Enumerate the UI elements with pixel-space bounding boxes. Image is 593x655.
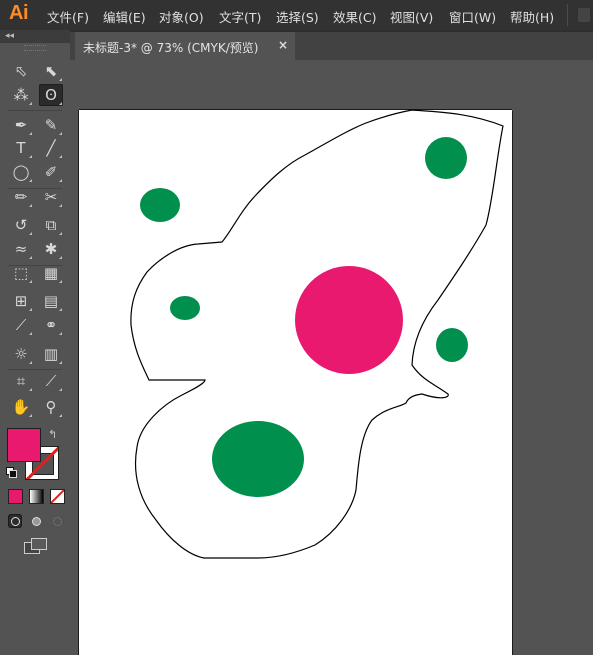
green-circle[interactable] [140,188,180,222]
green-circle[interactable] [425,137,467,179]
green-circle[interactable] [170,296,200,320]
green-circle[interactable] [212,421,304,497]
pink-circle[interactable] [295,266,403,374]
green-circle[interactable] [436,328,468,362]
artwork [130,109,504,559]
